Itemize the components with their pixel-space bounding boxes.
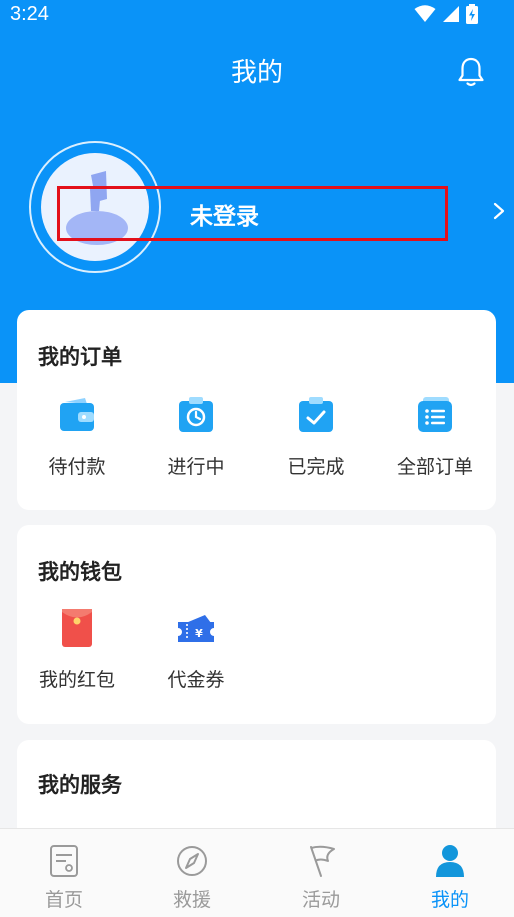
page-title: 我的 (230, 58, 283, 88)
wallet-title: 我的钱包 (38, 560, 122, 584)
wallet-card: 我的钱包 我的红包 ¥ 代金券 (17, 525, 496, 724)
order-completed[interactable]: 已完成 (261, 394, 371, 479)
wallet-red-envelope-label: 我的红包 (38, 669, 115, 691)
tab-mine-label: 我的 (430, 889, 469, 911)
battery-icon (466, 4, 478, 24)
signal-icon (443, 6, 459, 22)
tab-mine[interactable]: 我的 (386, 829, 514, 917)
tab-home[interactable]: 首页 (0, 829, 128, 917)
orders-card: 我的订单 待付款 进行中 已完成 全部订单 (17, 310, 496, 510)
wallet-voucher-label: 代金券 (167, 669, 225, 691)
status-icons (414, 4, 478, 24)
tab-rescue[interactable]: 救援 (128, 829, 256, 917)
order-pending-payment[interactable]: 待付款 (22, 394, 132, 479)
user-icon (436, 845, 464, 877)
status-bar: 3:24 (0, 0, 514, 30)
tab-activity-label: 活动 (301, 889, 340, 911)
highlight-box (57, 186, 448, 241)
chevron-right-icon[interactable] (492, 201, 506, 221)
clock-clipboard-icon (179, 397, 213, 432)
order-in-progress-label: 进行中 (167, 456, 225, 478)
tab-home-label: 首页 (44, 889, 83, 911)
list-icon (418, 397, 452, 432)
tab-activity[interactable]: 活动 (257, 829, 385, 917)
check-clipboard-icon (299, 397, 333, 432)
wallet-icon (60, 398, 94, 431)
flag-icon (310, 845, 335, 877)
order-completed-label: 已完成 (287, 456, 345, 478)
orders-title: 我的订单 (38, 345, 122, 369)
status-time: 3:24 (10, 3, 49, 25)
voucher-icon: ¥ (178, 615, 214, 642)
red-envelope-icon (62, 609, 92, 647)
order-all-label: 全部订单 (396, 456, 473, 478)
svg-text:¥: ¥ (195, 627, 203, 640)
order-all[interactable]: 全部订单 (380, 394, 490, 479)
order-in-progress[interactable]: 进行中 (141, 394, 251, 479)
bell-icon[interactable] (456, 56, 486, 88)
order-pending-payment-label: 待付款 (48, 456, 106, 478)
bottom-tab-bar: 首页 救援 活动 我的 (0, 828, 514, 917)
wallet-red-envelope[interactable]: 我的红包 (22, 607, 132, 692)
tab-rescue-label: 救援 (172, 889, 211, 911)
wifi-icon (414, 5, 436, 22)
wallet-voucher[interactable]: ¥ 代金券 (141, 607, 251, 692)
home-document-icon (50, 845, 78, 877)
services-title: 我的服务 (38, 773, 122, 797)
compass-icon (177, 846, 207, 876)
